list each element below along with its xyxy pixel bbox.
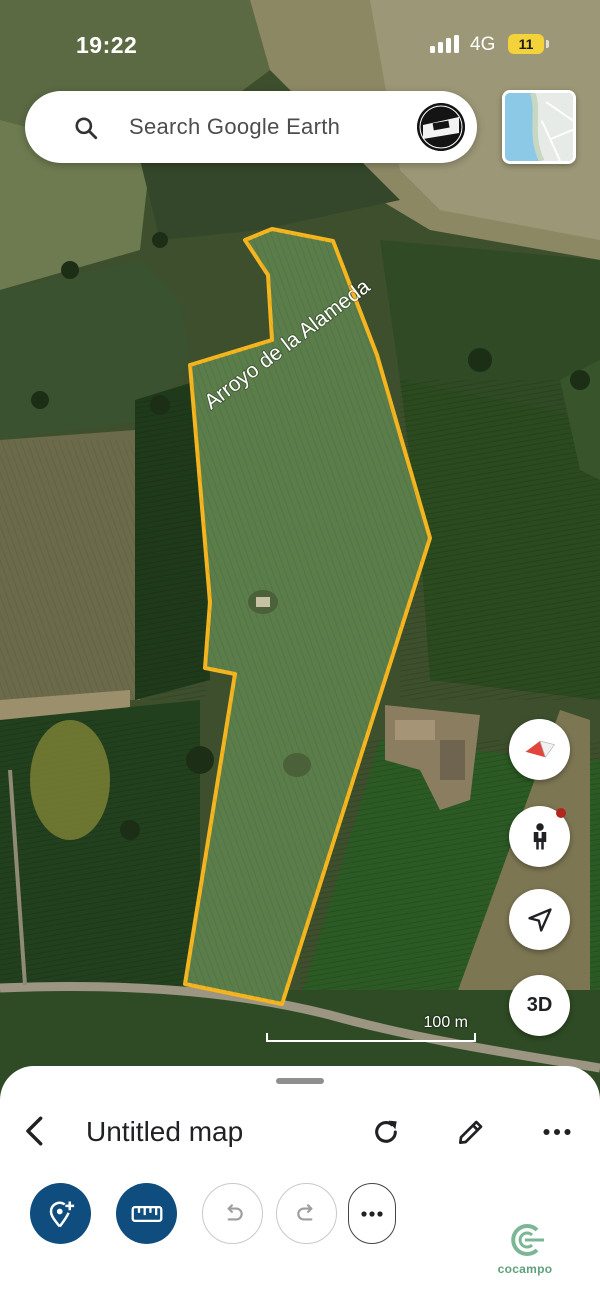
avatar[interactable] bbox=[417, 103, 465, 151]
status-bar: 19:22 4G 11 bbox=[0, 0, 600, 90]
map-style-thumbnail[interactable] bbox=[502, 90, 576, 164]
undo-icon bbox=[227, 1203, 243, 1220]
ruler-icon bbox=[131, 1205, 162, 1222]
map-title[interactable]: Untitled map bbox=[86, 1116, 243, 1148]
redo-button[interactable] bbox=[276, 1183, 337, 1244]
my-location-icon bbox=[527, 907, 552, 932]
network-type: 4G bbox=[470, 34, 496, 55]
battery-icon: 11 bbox=[508, 34, 544, 54]
search-input[interactable]: Search Google Earth bbox=[129, 114, 340, 140]
refresh-icon[interactable] bbox=[370, 1116, 402, 1148]
search-bar[interactable]: Search Google Earth bbox=[25, 91, 477, 163]
signal-strength-icon bbox=[430, 35, 462, 53]
my-location-button[interactable] bbox=[509, 889, 570, 950]
sheet-drag-handle[interactable] bbox=[276, 1078, 324, 1084]
battery-cap bbox=[546, 40, 549, 48]
brand-logo bbox=[511, 1224, 544, 1256]
brand-watermark: cocampo bbox=[492, 1220, 558, 1276]
scale-bar: 100 m bbox=[266, 1014, 476, 1042]
compass-icon bbox=[525, 739, 555, 758]
edit-pencil-icon[interactable] bbox=[455, 1116, 487, 1148]
brand-name: cocampo bbox=[497, 1262, 553, 1276]
street-view-person-icon bbox=[533, 822, 546, 849]
scale-line bbox=[266, 1033, 476, 1042]
more-horizontal-icon bbox=[361, 1210, 383, 1217]
redo-icon bbox=[296, 1203, 312, 1220]
status-time: 19:22 bbox=[76, 32, 138, 58]
more-tools-button[interactable] bbox=[348, 1183, 396, 1244]
measure-button[interactable] bbox=[116, 1183, 177, 1244]
battery-level: 11 bbox=[518, 36, 534, 52]
undo-button[interactable] bbox=[202, 1183, 263, 1244]
scale-label: 100 m bbox=[423, 1014, 468, 1031]
more-horizontal-icon[interactable] bbox=[540, 1118, 574, 1146]
back-icon[interactable] bbox=[18, 1114, 52, 1148]
add-placemark-icon bbox=[49, 1201, 74, 1227]
add-placemark-button[interactable] bbox=[30, 1183, 91, 1244]
notification-dot bbox=[556, 808, 566, 818]
3d-button[interactable]: 3D bbox=[509, 975, 570, 1036]
compass-button[interactable] bbox=[509, 719, 570, 780]
3d-label: 3D bbox=[526, 994, 553, 1016]
search-icon[interactable] bbox=[73, 115, 99, 141]
